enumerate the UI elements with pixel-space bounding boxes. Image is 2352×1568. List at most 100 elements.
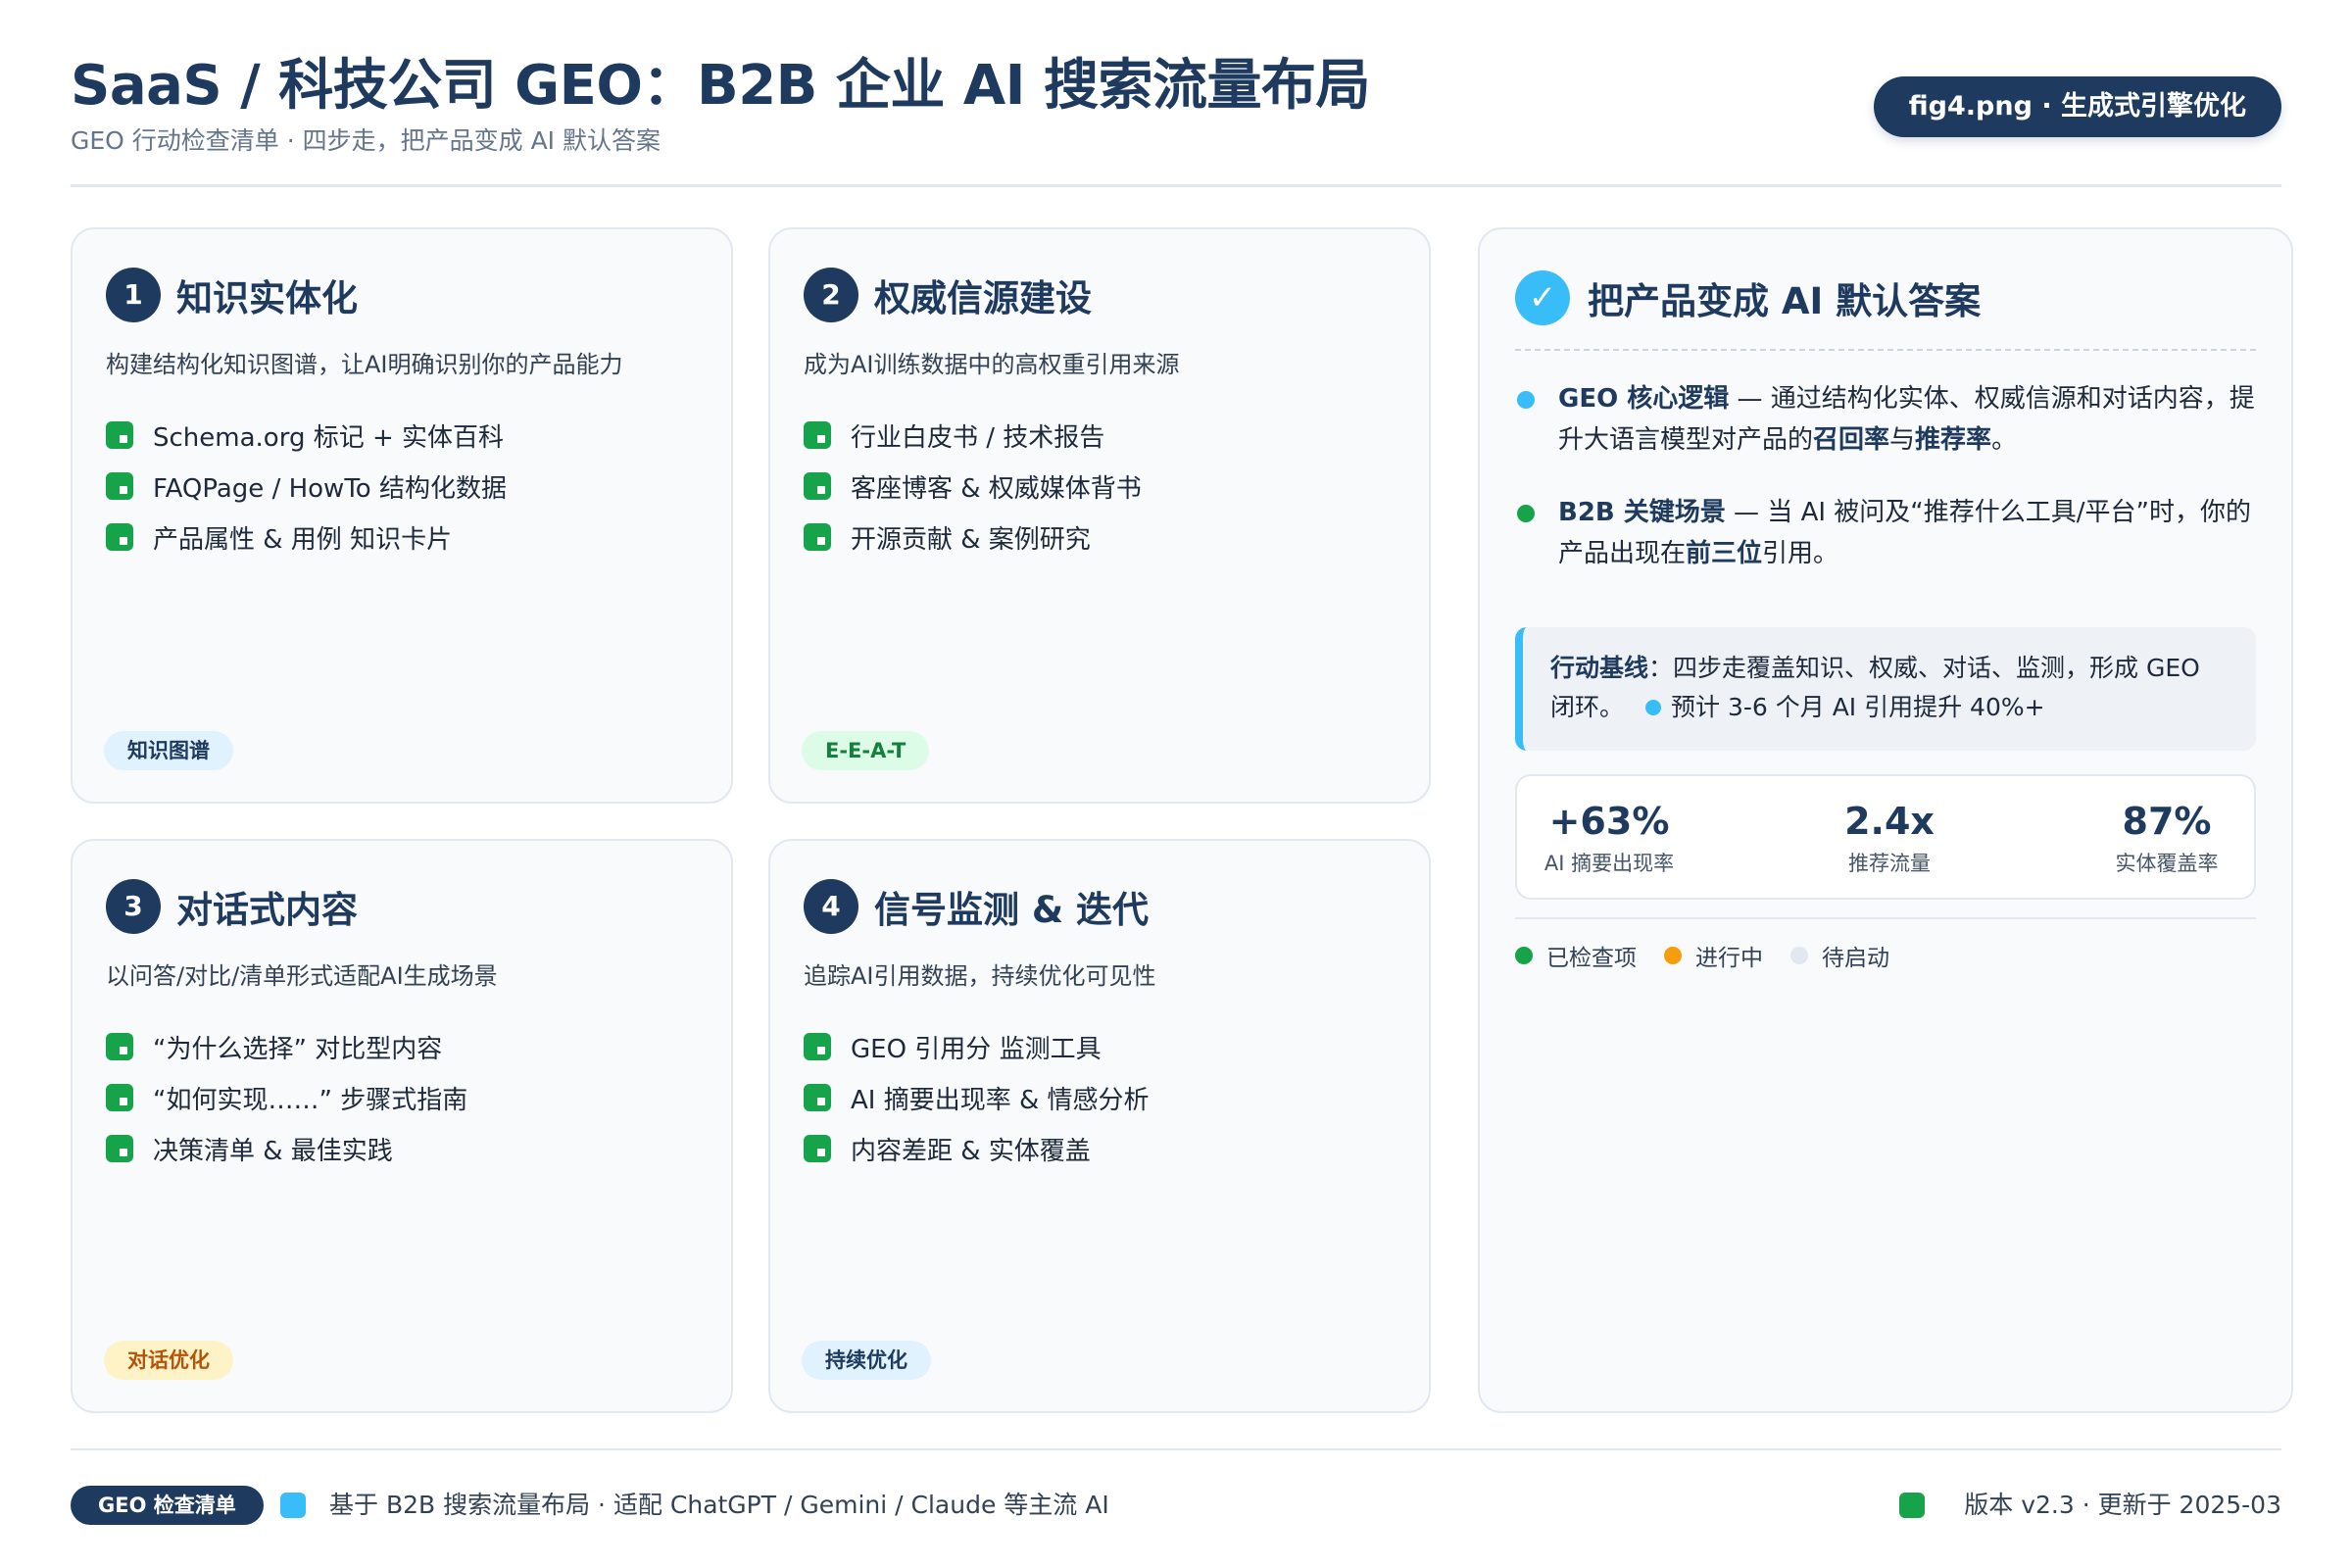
- bullet-emphasis: 前三位: [1686, 539, 1763, 568]
- checklist-item-label: 行业白皮书 / 技术报告: [851, 422, 1105, 453]
- summary-panel: ✓ 把产品变成 AI 默认答案 GEO 核心逻辑 — 通过结构化实体、权威信源和…: [1478, 227, 2293, 1413]
- legend-dot-icon: [1790, 947, 1808, 964]
- checklist-item-label: 开源贡献 & 案例研究: [851, 524, 1091, 555]
- stats-panel: +63% AI 摘要出现率 2.4x 推荐流量 87% 实体覆盖率: [1515, 774, 2256, 900]
- forecast-dot-icon: [1645, 700, 1662, 715]
- summary-divider-bottom: [1515, 917, 2256, 919]
- checklist-item: GEO 引用分 监测工具: [804, 1021, 1150, 1072]
- summary-bullet-core-logic: GEO 核心逻辑 — 通过结构化实体、权威信源和对话内容，提升大语言模型对产品的…: [1515, 378, 2256, 461]
- step-number-badge: 3: [106, 879, 161, 934]
- summary-bullet-b2b-scenario: B2B 关键场景 — 当 AI 被问及“推荐什么工具/平台”时，你的产品出现在前…: [1515, 492, 2256, 574]
- step-number-badge: 1: [106, 268, 161, 322]
- checkbox-checked-icon: [804, 1135, 831, 1162]
- step-number-badge: 2: [804, 268, 858, 322]
- checkbox-checked-icon: [106, 1033, 133, 1060]
- checklist-item: 决策清单 & 最佳实践: [106, 1123, 467, 1174]
- checklist-item: FAQPage / HowTo 结构化数据: [106, 461, 507, 512]
- checklist-item: 产品属性 & 用例 知识卡片: [106, 512, 507, 563]
- summary-divider: [1515, 349, 2256, 351]
- stat-value: 87%: [2122, 800, 2212, 843]
- checkbox-checked-icon: [106, 1084, 133, 1111]
- stat-label: 推荐流量: [1848, 852, 1931, 875]
- footer-badge: GEO 检查清单: [71, 1486, 264, 1525]
- stat-value: +63%: [1548, 800, 1670, 843]
- stat-recommend-traffic: 2.4x 推荐流量: [1821, 798, 1958, 878]
- checklist: GEO 引用分 监测工具 AI 摘要出现率 & 情感分析 内容差距 & 实体覆盖: [804, 1021, 1150, 1174]
- legend-label: 已检查项: [1546, 946, 1637, 971]
- checklist-item-label: FAQPage / HowTo 结构化数据: [153, 473, 507, 504]
- step-number-badge: 4: [804, 879, 858, 934]
- status-legend: 已检查项 进行中 待启动: [1515, 939, 1917, 972]
- bullet-dot-icon: [1517, 505, 1535, 522]
- stat-value: 2.4x: [1844, 800, 1935, 843]
- step-card-title: 信号监测 & 迭代: [874, 889, 1150, 931]
- legend-item-checked: 已检查项: [1515, 939, 1637, 972]
- step-card-title: 对话式内容: [176, 889, 358, 931]
- summary-header: ✓ 把产品变成 AI 默认答案: [1515, 269, 1981, 327]
- bullet-emphasis: 推荐率: [1915, 425, 1992, 455]
- bullet-label: B2B 关键场景: [1558, 498, 1726, 527]
- step-card-description: 成为AI训练数据中的高权重引用来源: [804, 351, 1180, 378]
- stat-ai-summary-rate: +63% AI 摘要出现率: [1537, 798, 1682, 878]
- legend-label: 待启动: [1822, 946, 1889, 971]
- checklist-item-label: “为什么选择” 对比型内容: [153, 1034, 443, 1064]
- checklist: 行业白皮书 / 技术报告 客座博客 & 权威媒体背书 开源贡献 & 案例研究: [804, 410, 1142, 563]
- bullet-label: GEO 核心逻辑: [1558, 384, 1730, 414]
- step-card-header: 2 权威信源建设: [804, 267, 1092, 323]
- figure-badge: fig4.png · 生成式引擎优化: [1873, 76, 2281, 137]
- checklist-item-label: Schema.org 标记 + 实体百科: [153, 422, 505, 453]
- page-header: SaaS / 科技公司 GEO：B2B 企业 AI 搜索流量布局 GEO 行动检…: [71, 51, 2281, 188]
- step-card-2: 2 权威信源建设 成为AI训练数据中的高权重引用来源 行业白皮书 / 技术报告 …: [768, 227, 1431, 804]
- bullet-text: 引用。: [1762, 539, 1839, 568]
- bullet-dot-icon: [1517, 391, 1535, 409]
- checkbox-checked-icon: [106, 472, 133, 500]
- bullet-text: 。: [1991, 425, 2018, 455]
- version-square-icon: [1899, 1493, 1925, 1518]
- checklist-item: 行业白皮书 / 技术报告: [804, 410, 1142, 461]
- step-card-4: 4 信号监测 & 迭代 追踪AI引用数据，持续优化可见性 GEO 引用分 监测工…: [768, 839, 1431, 1413]
- checklist-item: AI 摘要出现率 & 情感分析: [804, 1072, 1150, 1123]
- checkbox-checked-icon: [804, 472, 831, 500]
- legend-item-pending: 待启动: [1790, 939, 1889, 972]
- stat-label: AI 摘要出现率: [1544, 852, 1675, 875]
- checklist-item-label: 客座博客 & 权威媒体背书: [851, 473, 1142, 504]
- step-card-header: 3 对话式内容: [106, 878, 358, 935]
- checklist-item-label: 决策清单 & 最佳实践: [153, 1136, 393, 1166]
- legend-dot-icon: [1515, 947, 1533, 964]
- checklist-item: Schema.org 标记 + 实体百科: [106, 410, 507, 461]
- summary-title: 把产品变成 AI 默认答案: [1588, 280, 1982, 322]
- stat-label: 实体覆盖率: [2115, 852, 2219, 875]
- step-card-title: 权威信源建设: [874, 277, 1092, 319]
- footer-divider: [71, 1448, 2281, 1450]
- header-divider: [71, 184, 2281, 187]
- check-circle-icon: ✓: [1515, 270, 1570, 325]
- step-card-1: 1 知识实体化 构建结构化知识图谱，让AI明确识别你的产品能力 Schema.o…: [71, 227, 733, 804]
- checkbox-checked-icon: [804, 523, 831, 551]
- checkbox-checked-icon: [106, 421, 133, 449]
- step-card-3: 3 对话式内容 以问答/对比/清单形式适配AI生成场景 “为什么选择” 对比型内…: [71, 839, 733, 1413]
- baseline-forecast: 预计 3-6 个月 AI 引用提升 40%+: [1671, 693, 2045, 721]
- action-baseline-callout: 行动基线：四步走覆盖知识、权威、对话、监测，形成 GEO 闭环。 预计 3-6 个…: [1515, 627, 2256, 751]
- checkbox-checked-icon: [106, 1135, 133, 1162]
- bullet-text: 与: [1889, 425, 1916, 455]
- checkbox-checked-icon: [804, 1033, 831, 1060]
- checklist: “为什么选择” 对比型内容 “如何实现……” 步骤式指南 决策清单 & 最佳实践: [106, 1021, 467, 1174]
- checklist: Schema.org 标记 + 实体百科 FAQPage / HowTo 结构化…: [106, 410, 507, 563]
- legend-dot-icon: [1664, 947, 1682, 964]
- step-card-description: 以问答/对比/清单形式适配AI生成场景: [106, 962, 498, 990]
- category-tag: E-E-A-T: [802, 731, 930, 770]
- checklist-item: 内容差距 & 实体覆盖: [804, 1123, 1150, 1174]
- baseline-label: 行动基线: [1550, 654, 1649, 682]
- legend-label: 进行中: [1695, 946, 1763, 971]
- checklist-item-label: “如何实现……” 步骤式指南: [153, 1085, 468, 1115]
- step-card-title: 知识实体化: [176, 277, 358, 319]
- step-card-description: 追踪AI引用数据，持续优化可见性: [804, 962, 1156, 990]
- category-tag: 知识图谱: [104, 731, 233, 770]
- footer-left-text: 基于 B2B 搜索流量布局 · 适配 ChatGPT / Gemini / Cl…: [329, 1491, 1109, 1519]
- checklist-item: 开源贡献 & 案例研究: [804, 512, 1142, 563]
- checklist-item: “如何实现……” 步骤式指南: [106, 1072, 467, 1123]
- legend-item-in-progress: 进行中: [1664, 939, 1763, 972]
- checkbox-checked-icon: [804, 421, 831, 449]
- info-square-icon: [280, 1493, 306, 1518]
- step-card-header: 4 信号监测 & 迭代: [804, 878, 1149, 935]
